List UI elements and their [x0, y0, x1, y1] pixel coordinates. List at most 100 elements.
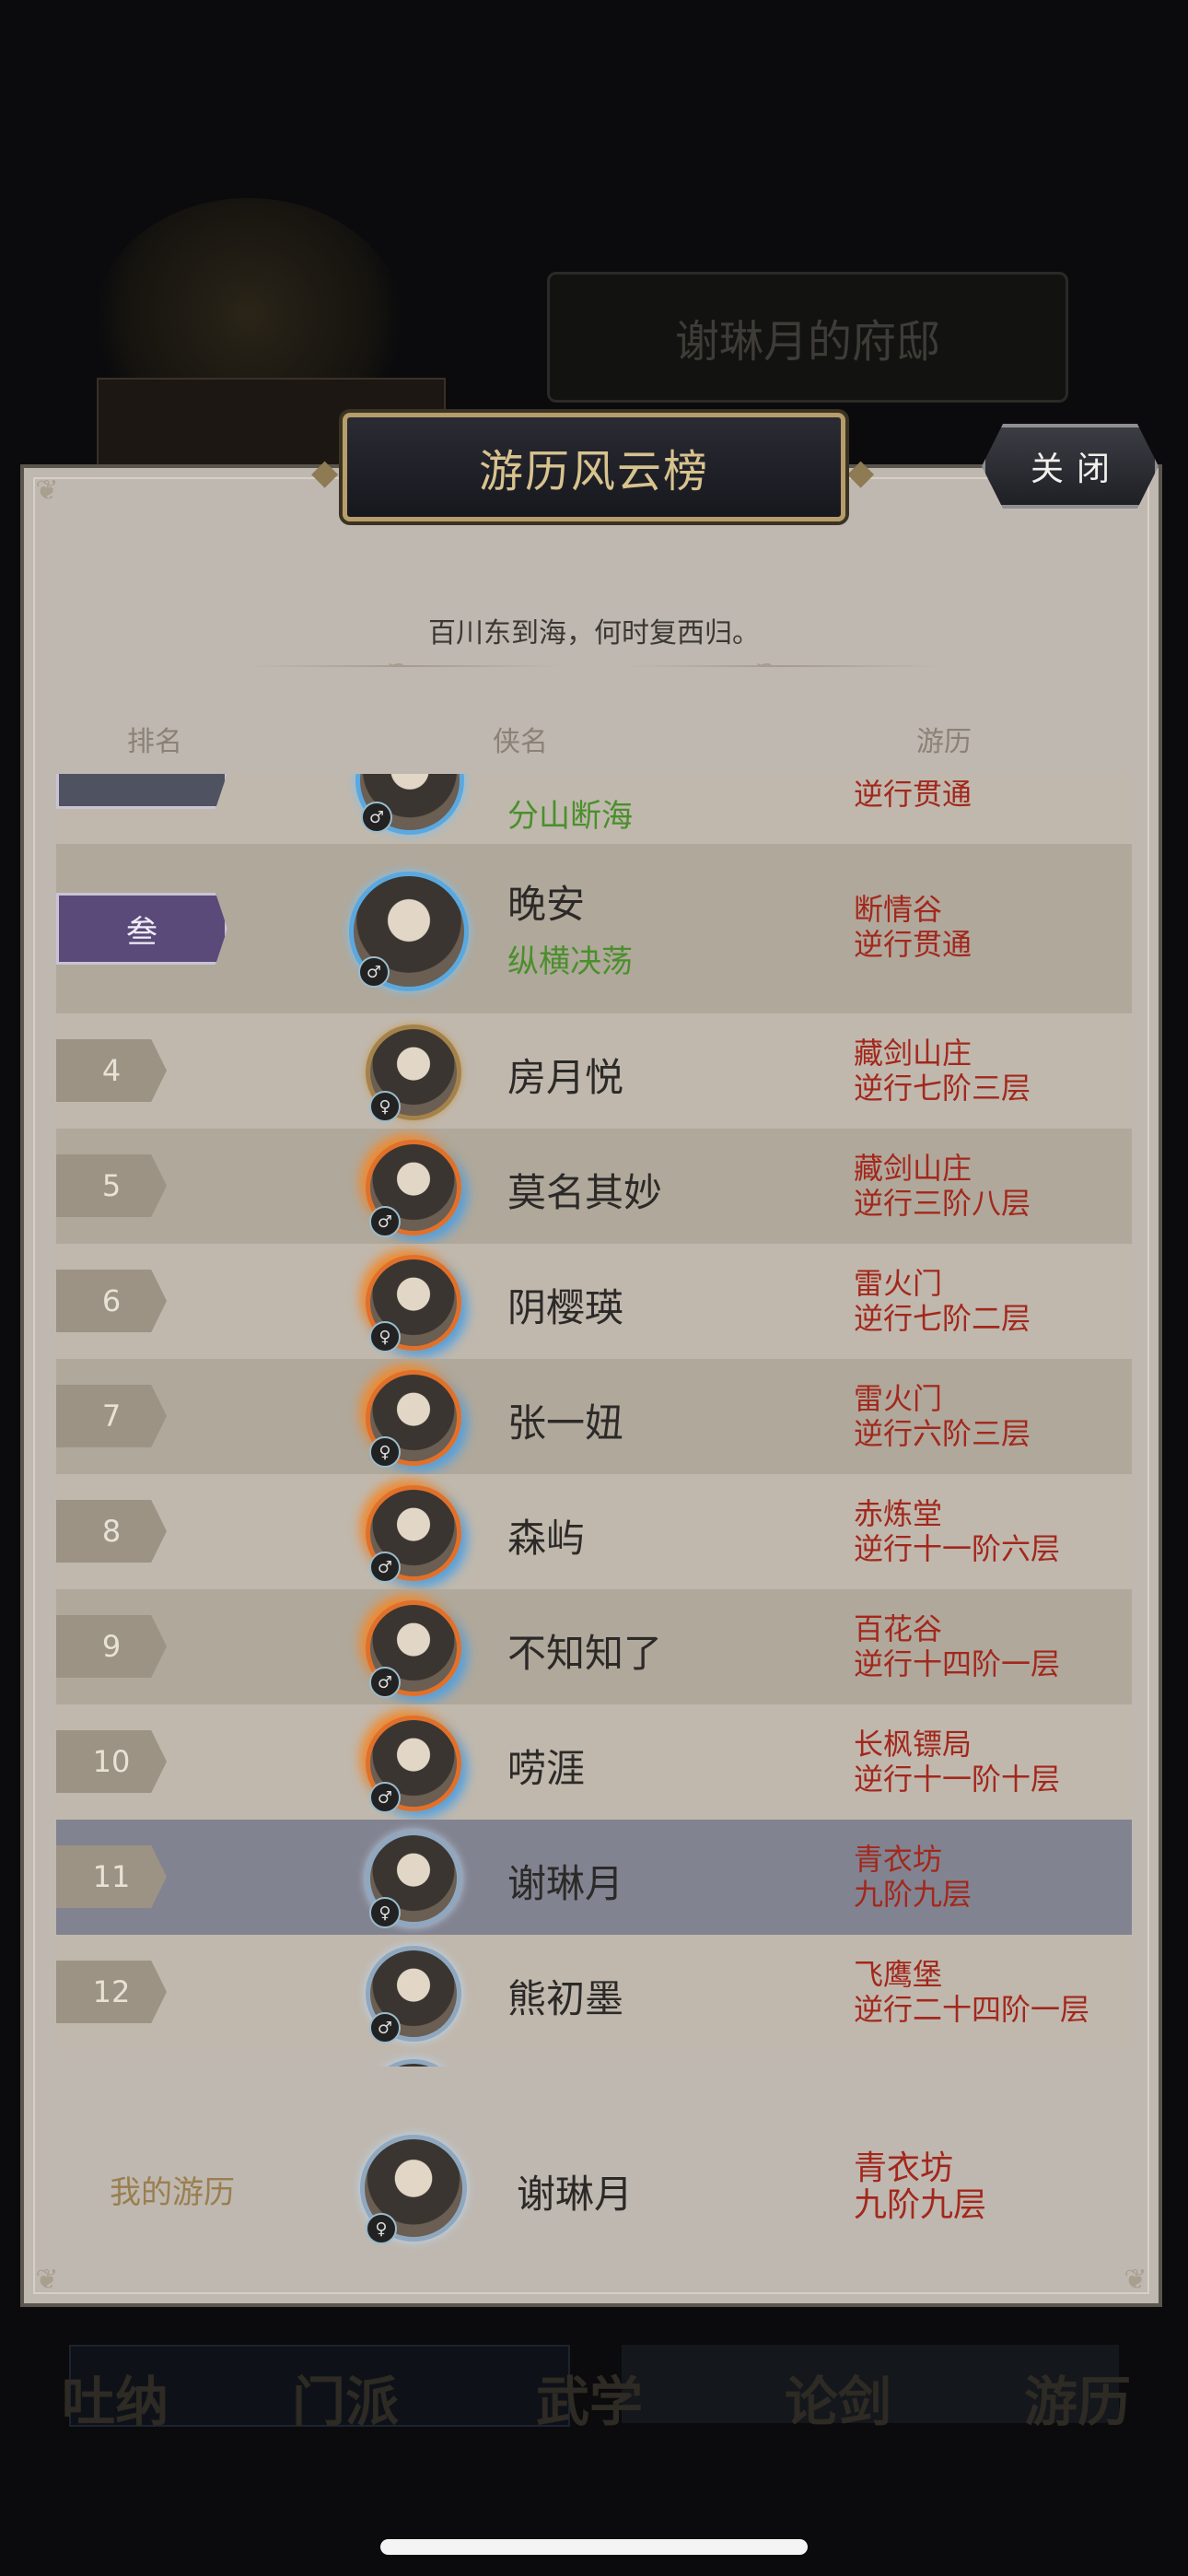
hero-name: 熊初墨 — [507, 1976, 624, 2021]
nav-item-tuna[interactable]: 吐纳 — [41, 2359, 189, 2543]
hero-progress: 逆行贯通 — [854, 927, 973, 962]
hero-sect: 雷火门 — [854, 1381, 943, 1416]
divider-ornament-icon: ∽ — [387, 651, 406, 677]
hero-name: 晚安 — [507, 882, 586, 927]
ranking-row[interactable]: ♂ 分山断海 逆行贯通 — [56, 774, 1132, 844]
male-icon: ♂ — [369, 1551, 401, 1583]
hero-title: 分山断海 — [507, 798, 633, 835]
my-name: 谢琳月 — [517, 2172, 634, 2217]
hero-sect: 赤炼堂 — [854, 1496, 943, 1531]
my-record-label: 我的游历 — [110, 2174, 235, 2211]
hero-sect: 百花谷 — [854, 1611, 943, 1646]
hero-progress: 逆行贯通 — [854, 777, 973, 812]
ranking-row[interactable]: 8 ♂ 森屿 赤炼堂 逆行十一阶六层 — [56, 1474, 1132, 1589]
rank-number: 11 — [56, 1845, 167, 1908]
female-icon: ♀ — [369, 1321, 401, 1352]
divider — [626, 665, 939, 667]
rank-number: 7 — [56, 1385, 167, 1447]
nav-item-duel[interactable]: 论剑 — [764, 2359, 912, 2543]
hero-name: 房月悦 — [507, 1055, 624, 1100]
close-button[interactable]: 关闭 — [982, 424, 1159, 509]
hero-progress: 逆行六阶三层 — [854, 1416, 1031, 1451]
home-indicator[interactable] — [380, 2539, 808, 2555]
nav-label: 武学 — [535, 2371, 643, 2433]
hero-progress: 逆行十四阶一层 — [854, 1646, 1061, 1681]
hero-progress: 逆行七阶二层 — [854, 1301, 1031, 1336]
modal-title-plate: 游历风云榜 — [343, 413, 845, 521]
nav-item-travel[interactable]: 游历 — [1004, 2359, 1151, 2543]
hero-avatar-icon — [366, 2059, 461, 2067]
hero-progress: 逆行十一阶十层 — [854, 1762, 1061, 1797]
hero-progress: 九阶九层 — [854, 1877, 973, 1912]
ranking-list[interactable]: ♂ 分山断海 逆行贯通 叁 ♂ 晚安 纵横决荡 断情谷 逆行贯通 4 ♀ 房月悦 藏剑… — [56, 774, 1132, 2067]
male-icon: ♂ — [361, 802, 392, 833]
hero-sect: 断情谷 — [854, 892, 943, 927]
ranking-row[interactable]: 12 ♂ 熊初墨 飞鹰堡 逆行二十四阶一层 — [56, 1935, 1132, 2050]
hero-name: 谢琳月 — [507, 1861, 624, 1906]
male-icon: ♂ — [369, 1782, 401, 1813]
hero-sect: 藏剑山庄 — [854, 1151, 973, 1186]
nav-label: 门派 — [291, 2371, 399, 2433]
hero-progress: 逆行十一阶六层 — [854, 1531, 1061, 1566]
title-ornament-icon: ◆ — [311, 451, 339, 492]
ranking-row[interactable]: 11 ♀ 谢琳月 青衣坊 九阶九层 — [56, 1820, 1132, 1935]
female-icon: ♀ — [369, 1091, 401, 1122]
rank-badge: 叁 — [56, 893, 227, 965]
ranking-row[interactable]: 6 ♀ 阴樱瑛 雷火门 逆行七阶二层 — [56, 1244, 1132, 1359]
rank-number: 6 — [56, 1270, 167, 1332]
my-progress: 九阶九层 — [854, 2186, 987, 2224]
male-icon: ♂ — [369, 1206, 401, 1237]
hero-name: 莫名其妙 — [507, 1170, 663, 1215]
my-sect: 青衣坊 — [854, 2149, 954, 2187]
hero-sect: 飞鹰堡 — [854, 1957, 943, 1992]
divider-ornament-icon: ∽ — [755, 651, 775, 677]
nav-label: 吐纳 — [61, 2371, 169, 2433]
hero-name: 不知知了 — [507, 1631, 663, 1676]
rank-number: 4 — [56, 1039, 167, 1102]
ranking-row[interactable]: 9 ♂ 不知知了 百花谷 逆行十四阶一层 — [56, 1589, 1132, 1704]
rank-number: 8 — [56, 1500, 167, 1563]
hero-name: 阴樱瑛 — [507, 1285, 624, 1330]
corner-ornament-icon: ❦ — [35, 474, 59, 507]
column-header-rank: 排名 — [127, 726, 182, 758]
rank-number: 12 — [56, 1961, 167, 2023]
nav-label: 论剑 — [784, 2371, 891, 2433]
hero-name: 森屿 — [507, 1516, 586, 1561]
rank-number: 5 — [56, 1154, 167, 1217]
hero-progress: 逆行二十四阶一层 — [854, 1992, 1090, 2027]
mansion-title: 谢琳月的府邸 — [547, 272, 1068, 403]
title-ornament-icon: ◆ — [847, 451, 875, 492]
ranking-row[interactable]: 7 ♀ 张一妞 雷火门 逆行六阶三层 — [56, 1359, 1132, 1474]
close-label: 关闭 — [1030, 451, 1123, 488]
hero-sect: 藏剑山庄 — [854, 1036, 973, 1071]
hero-title: 纵横决荡 — [507, 943, 633, 980]
ranking-row[interactable]: 5 ♂ 莫名其妙 藏剑山庄 逆行三阶八层 — [56, 1129, 1132, 1244]
hero-name: 张一妞 — [507, 1400, 624, 1446]
modal-subtitle: 百川东到海，何时复西归。 — [428, 617, 760, 650]
female-icon: ♀ — [369, 1897, 401, 1928]
nav-item-sect[interactable]: 门派 — [272, 2359, 419, 2543]
male-icon: ♂ — [369, 1667, 401, 1698]
hero-sect: 雷火门 — [854, 1266, 943, 1301]
hero-progress: 逆行三阶八层 — [854, 1186, 1031, 1221]
my-record[interactable]: 我的游历 ♀ 谢琳月 青衣坊 九阶九层 — [56, 2084, 1132, 2290]
rank-number: 9 — [56, 1615, 167, 1678]
male-icon: ♂ — [369, 2012, 401, 2043]
hero-progress: 逆行七阶三层 — [854, 1071, 1031, 1106]
rank-badge — [56, 774, 227, 809]
hero-name: 唠涯 — [507, 1746, 586, 1791]
female-icon: ♀ — [366, 2213, 397, 2244]
ranking-row[interactable]: 4 ♀ 房月悦 藏剑山庄 逆行七阶三层 — [56, 1013, 1132, 1129]
ranking-row[interactable]: 10 ♂ 唠涯 长枫镖局 逆行十一阶十层 — [56, 1704, 1132, 1820]
hero-sect: 长枫镖局 — [854, 1727, 973, 1762]
female-icon: ♀ — [369, 1436, 401, 1468]
nav-label: 游历 — [1023, 2371, 1131, 2433]
rank-number: 10 — [56, 1730, 167, 1793]
ranking-row[interactable]: 叁 ♂ 晚安 纵横决荡 断情谷 逆行贯通 — [56, 844, 1132, 1013]
nav-item-martial[interactable]: 武学 — [516, 2359, 663, 2543]
male-icon: ♂ — [358, 956, 390, 988]
column-header-name: 侠名 — [493, 726, 548, 758]
hero-sect: 青衣坊 — [854, 1842, 943, 1877]
column-header-record: 游历 — [916, 726, 972, 758]
modal-title: 游历风云榜 — [478, 446, 709, 498]
